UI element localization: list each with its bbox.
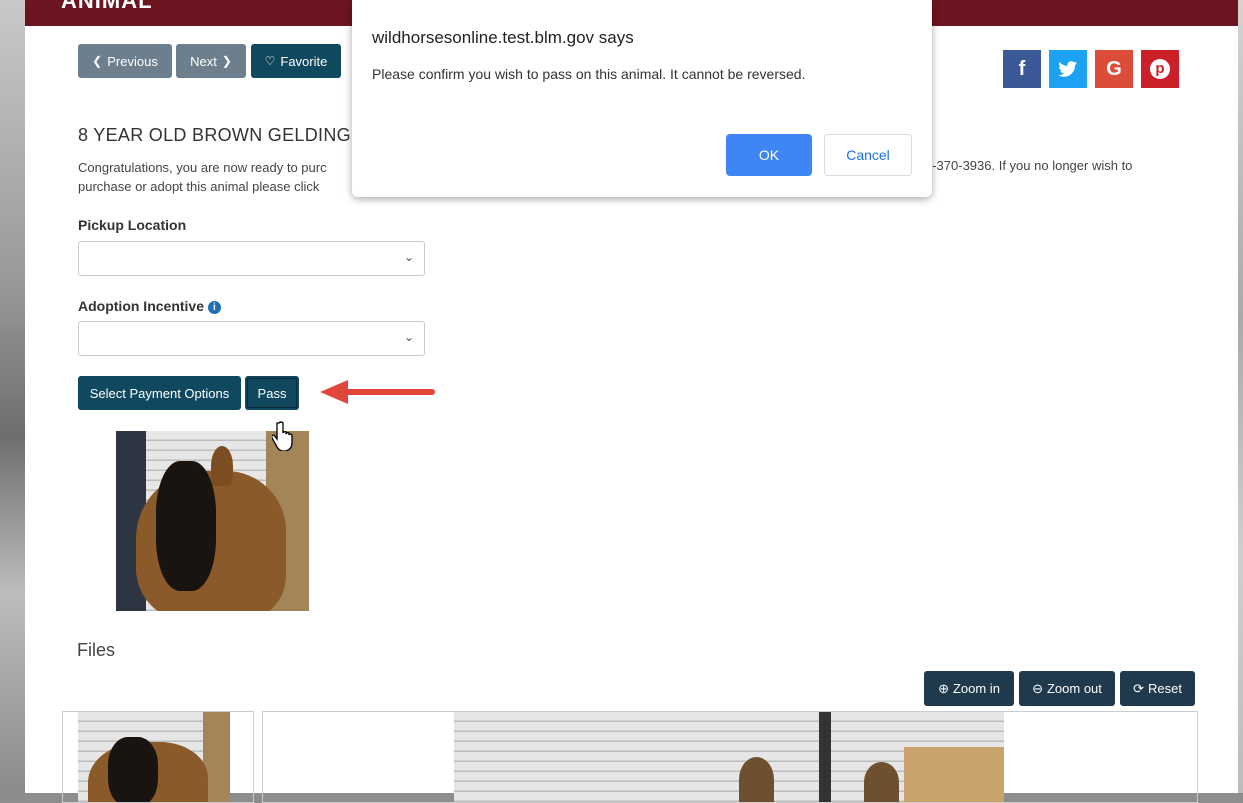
next-button[interactable]: Next ❯ — [176, 44, 246, 78]
zoom-out-label: Zoom out — [1046, 681, 1102, 696]
favorite-button[interactable]: ♡ Favorite — [251, 44, 341, 78]
adoption-incentive-label: Adoption Incentive i — [78, 298, 221, 314]
chevron-left-icon: ❮ — [92, 54, 103, 68]
dialog-title: wildhorsesonline.test.blm.gov says — [372, 28, 634, 47]
info-icon[interactable]: i — [207, 300, 221, 314]
facebook-share-icon[interactable]: f — [1003, 50, 1041, 88]
dialog-message: Please confirm you wish to pass on this … — [372, 66, 806, 82]
previous-button[interactable]: ❮ Previous — [78, 44, 172, 78]
twitter-bird-icon — [1058, 61, 1077, 77]
wood-panel — [904, 747, 1004, 802]
zoom-out-button[interactable]: ⊖ Zoom out — [1019, 671, 1115, 706]
horse-ear — [211, 446, 233, 486]
chevron-right-icon: ❯ — [221, 54, 232, 68]
horse-ear — [864, 762, 899, 802]
reset-button[interactable]: ⟳ Reset — [1120, 671, 1195, 706]
select-payment-options-button[interactable]: Select Payment Options — [78, 376, 241, 410]
zoom-in-icon: ⊕ — [938, 680, 949, 696]
confirm-dialog: wildhorsesonline.test.blm.gov says Pleas… — [352, 0, 932, 197]
adoption-incentive-text: Adoption Incentive — [78, 298, 204, 314]
post — [819, 712, 831, 802]
twitter-share-icon[interactable] — [1049, 50, 1087, 88]
pinterest-share-icon[interactable]: p — [1141, 50, 1179, 88]
annotation-arrow-icon — [320, 380, 435, 404]
dialog-cancel-button[interactable]: Cancel — [824, 134, 912, 176]
horse-mane — [156, 461, 216, 591]
horse-mane — [108, 737, 158, 802]
chevron-down-icon: ⌄ — [403, 330, 414, 344]
chevron-down-icon: ⌄ — [403, 250, 414, 264]
heart-icon: ♡ — [264, 54, 276, 68]
pickup-location-select[interactable]: ⌄ — [78, 241, 425, 276]
adoption-incentive-select[interactable]: ⌄ — [78, 321, 425, 356]
zoom-in-label: Zoom in — [952, 681, 1000, 696]
thumbnail-photo — [78, 712, 230, 802]
file-thumbnail[interactable] — [62, 711, 254, 803]
horse-ear — [739, 757, 774, 802]
zoom-in-button[interactable]: ⊕ Zoom in — [924, 671, 1014, 706]
hand-cursor-icon — [272, 421, 293, 451]
zoom-out-icon: ⊖ — [1032, 680, 1043, 696]
viewer-photo — [454, 712, 1004, 802]
files-title: Files — [77, 640, 116, 660]
next-label: Next — [190, 53, 217, 69]
pickup-location-label: Pickup Location — [78, 217, 187, 233]
reset-label: Reset — [1147, 681, 1182, 696]
header-title: ANIMAL — [61, 0, 153, 13]
previous-label: Previous — [107, 53, 158, 69]
google-share-icon[interactable]: G — [1095, 50, 1133, 88]
pass-button[interactable]: Pass — [245, 376, 299, 410]
animal-title: 8 YEAR OLD BROWN GELDING H — [78, 125, 370, 145]
file-viewer[interactable] — [262, 711, 1198, 803]
animal-photo[interactable] — [116, 431, 309, 611]
refresh-icon: ⟳ — [1133, 680, 1144, 696]
favorite-label: Favorite — [280, 53, 328, 69]
dialog-ok-button[interactable]: OK — [726, 134, 812, 176]
pinterest-logo-icon: p — [1150, 59, 1170, 79]
message-right: 0-370-3936. If you no longer wish to — [925, 158, 1133, 173]
